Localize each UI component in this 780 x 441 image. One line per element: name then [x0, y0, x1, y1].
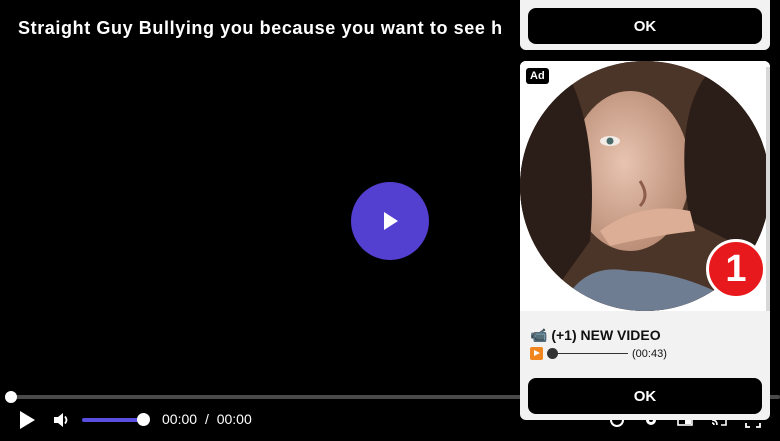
notification-badge: 1	[706, 239, 766, 299]
scrollbar[interactable]	[766, 67, 770, 311]
ad-duration: (00:43)	[632, 347, 667, 360]
popup-top: OK	[520, 0, 770, 50]
play-icon	[384, 212, 398, 230]
ok-button[interactable]: OK	[528, 8, 762, 44]
current-time: 00:00	[162, 411, 198, 427]
timeline-line	[558, 353, 628, 354]
time-display: 00:00 / 00:00	[162, 411, 252, 427]
duration: 00:00	[216, 411, 252, 427]
time-separator: /	[204, 411, 209, 427]
volume-handle[interactable]	[137, 413, 150, 426]
ok-button[interactable]: OK	[528, 378, 762, 414]
ad-popup[interactable]: Ad 1 📹 (+1) NEW VIDEO (00:43) OK	[520, 61, 770, 420]
volume-slider[interactable]	[82, 418, 144, 422]
ad-badge: Ad	[526, 68, 549, 84]
volume-icon[interactable]	[52, 410, 72, 430]
ad-subtitle: (00:43)	[530, 347, 667, 360]
ad-title: 📹 (+1) NEW VIDEO	[530, 327, 661, 343]
progress-handle[interactable]	[5, 391, 17, 403]
video-title: Straight Guy Bullying you because you wa…	[18, 18, 503, 38]
play-icon	[530, 347, 543, 360]
record-dot-icon	[547, 348, 558, 359]
play-icon[interactable]	[16, 409, 38, 431]
ad-image[interactable]: Ad 1	[520, 61, 770, 311]
big-play-button[interactable]	[351, 182, 429, 260]
